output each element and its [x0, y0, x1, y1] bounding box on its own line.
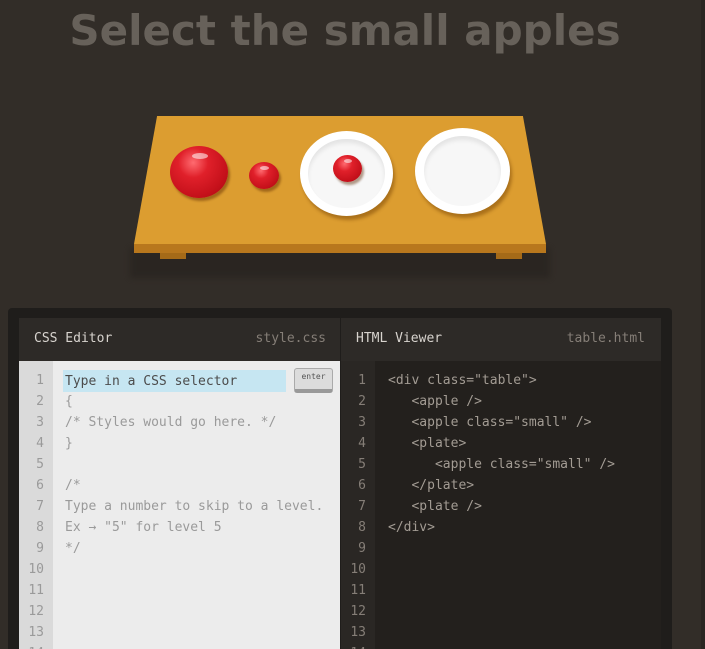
table-leg: [160, 253, 186, 259]
css-editor-filename: style.css: [255, 331, 326, 346]
table: [134, 116, 546, 259]
html-code-line: <apple />: [388, 394, 482, 409]
css-line-number: 3: [36, 415, 44, 430]
apple-shine: [260, 166, 269, 170]
css-line-number: 2: [36, 394, 44, 409]
apple-shine: [192, 153, 208, 159]
css-line-number: 14: [20, 643, 44, 649]
css-code-line: /*: [65, 478, 81, 493]
css-line-number: 9: [36, 541, 44, 556]
html-code-line: <apple class="small" />: [388, 457, 615, 472]
html-viewer-title: HTML Viewer: [356, 331, 443, 346]
html-line-number: 7: [358, 499, 366, 514]
html-code-line: </plate>: [388, 478, 475, 493]
css-line-number: 12: [28, 604, 44, 619]
css-line-number: 11: [28, 583, 44, 598]
html-line-number: 10: [350, 562, 366, 577]
apple[interactable]: [170, 146, 228, 198]
html-line-number: 6: [358, 478, 366, 493]
level-instruction: Select the small apples: [69, 6, 621, 55]
html-line-number: 4: [358, 436, 366, 451]
html-viewer-filename: table.html: [566, 331, 645, 346]
html-viewer-header: HTML Viewer table.html: [341, 318, 661, 361]
apple-shine: [344, 159, 352, 163]
html-code-line: <plate />: [388, 499, 482, 514]
html-line-number: 14: [342, 643, 366, 649]
html-line-number: 8: [358, 520, 366, 535]
css-line-number: 5: [36, 457, 44, 472]
css-editor-title: CSS Editor: [34, 331, 113, 346]
css-line-number: 10: [28, 562, 44, 577]
css-line-number: 7: [36, 499, 44, 514]
css-line-number: 1: [36, 373, 44, 388]
css-line-number: 8: [36, 520, 44, 535]
html-line-number: 13: [350, 625, 366, 640]
html-line-number: 12: [350, 604, 366, 619]
html-line-number: 2: [358, 394, 366, 409]
enter-button[interactable]: enter: [294, 368, 333, 393]
html-line-number: 1: [358, 373, 366, 388]
css-code-line: */: [65, 541, 81, 556]
html-code-line: <plate>: [388, 436, 467, 451]
html-code-line: <div class="table">: [388, 373, 537, 388]
css-code-line: Type a number to skip to a level.: [65, 499, 324, 514]
css-code-line: Ex → "5" for level 5: [65, 520, 222, 535]
html-line-number: 9: [358, 541, 366, 556]
html-line-number: 5: [358, 457, 366, 472]
plate[interactable]: [415, 128, 510, 214]
html-code-line: <apple class="small" />: [388, 415, 592, 430]
window-edge: [701, 0, 705, 649]
css-line-number: 13: [28, 625, 44, 640]
html-line-number: 11: [350, 583, 366, 598]
html-code-line: </div>: [388, 520, 435, 535]
css-code-line: }: [65, 436, 73, 451]
css-line-number: 6: [36, 478, 44, 493]
css-code-line: {: [65, 394, 73, 409]
small-apple-on-plate[interactable]: [333, 155, 362, 182]
table-leg: [496, 253, 522, 259]
css-line-number: 4: [36, 436, 44, 451]
css-code-line: /* Styles would go here. */: [65, 415, 277, 430]
table-edge: [134, 244, 546, 253]
css-editor-header: CSS Editor style.css: [19, 318, 340, 361]
html-line-number: 3: [358, 415, 366, 430]
plate-rim: [423, 135, 502, 207]
small-apple[interactable]: [249, 162, 279, 189]
css-selector-input[interactable]: [63, 370, 286, 392]
